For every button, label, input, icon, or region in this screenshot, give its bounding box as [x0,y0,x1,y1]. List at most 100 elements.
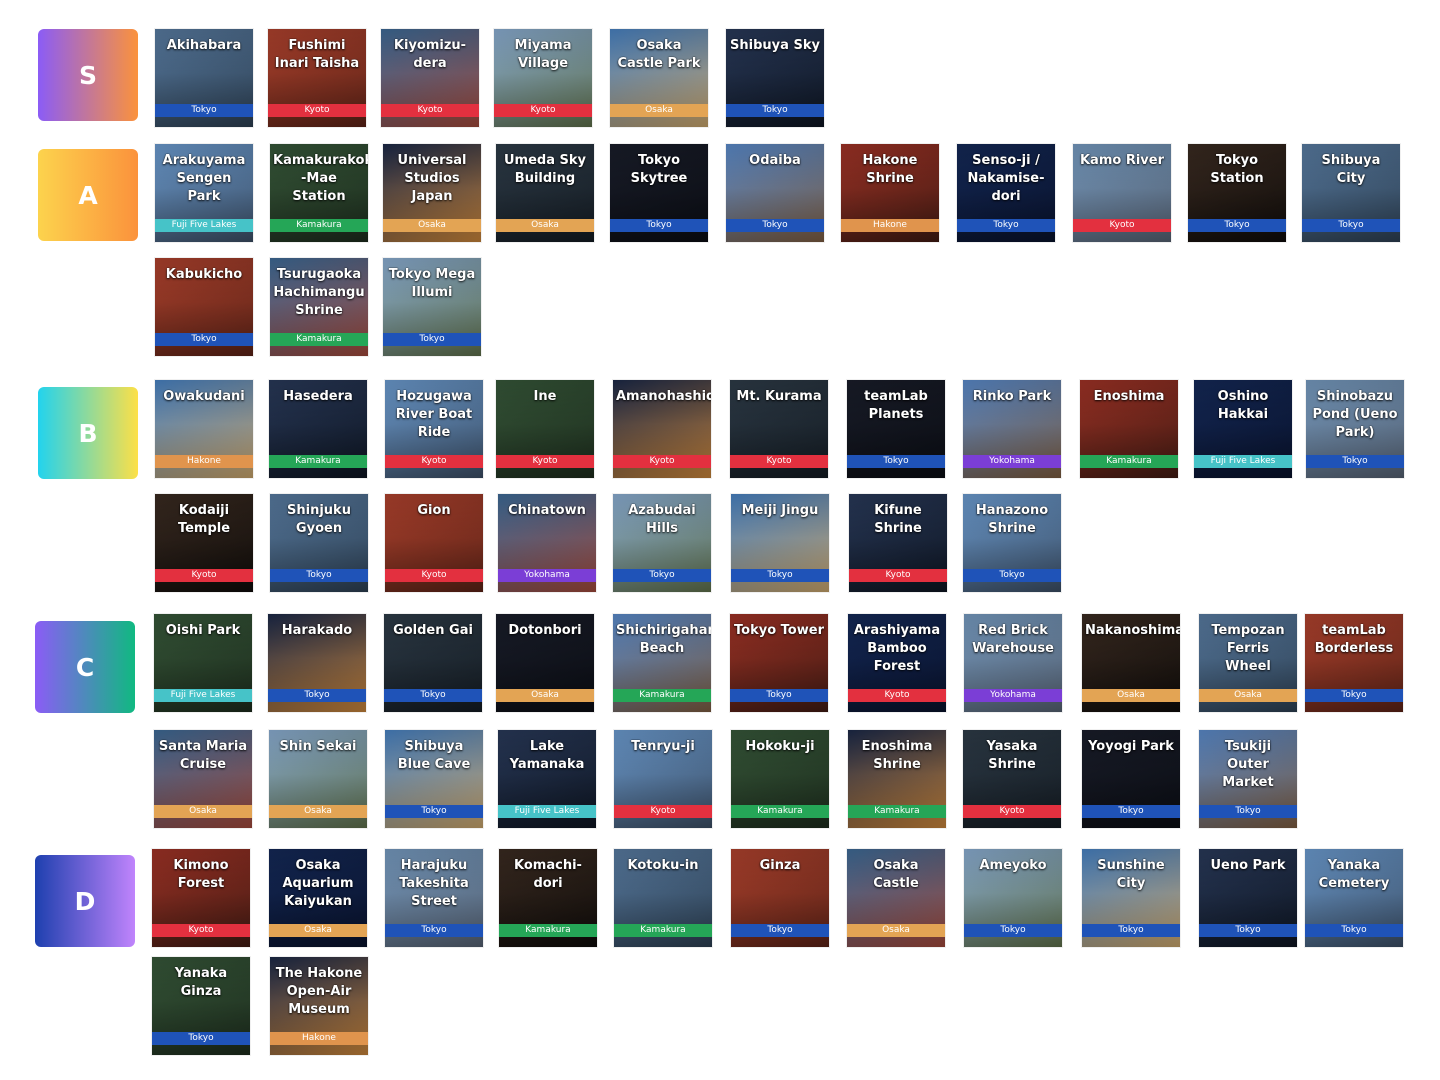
place-name: teamLab Borderless [1314,623,1394,656]
tier-item-yanaka-cemetery[interactable]: Yanaka Cemetery Tokyo [1305,849,1403,947]
tier-item-tokyo-tower[interactable]: Tokyo Tower Tokyo [730,614,828,712]
tier-item-arashiyama-bamboo-forest[interactable]: Arashiyama Bamboo Forest Kyoto [848,614,946,712]
tier-item-kiyomizu-dera[interactable]: Kiyomizu-dera Kyoto [381,29,479,127]
tier-item-shibuya-blue-cave[interactable]: Shibuya Blue Cave Tokyo [385,730,483,828]
place-name: Universal Studios Japan [397,153,467,204]
tier-item-ginza[interactable]: Ginza Tokyo [731,849,829,947]
place-name: Tempozan Ferris Wheel [1211,623,1285,674]
tier-item-hokoku-ji[interactable]: Hokoku-ji Kamakura [731,730,829,828]
tier-item-arakuyama-sengen-park[interactable]: Arakuyama Sengen Park Fuji Five Lakes [155,144,253,242]
tier-item-dotonbori[interactable]: Dotonbori Osaka [496,614,594,712]
tier-label-a: A [38,149,138,241]
tier-item-amanohashidate[interactable]: Amanohashidate Kyoto [613,380,711,478]
place-name: Azabudai Hills [628,503,696,536]
city-badge: Osaka [847,924,945,937]
tier-item-tsukiji-outer-market[interactable]: Tsukiji Outer Market Tokyo [1199,730,1297,828]
tier-item-hakone-shrine[interactable]: Hakone Shrine Hakone [841,144,939,242]
tier-item-kodaiji-temple[interactable]: Kodaiji Temple Kyoto [155,494,253,592]
tier-item-osaka-castle-park[interactable]: Osaka Castle Park Osaka [610,29,708,127]
tier-item-oshino-hakkai[interactable]: Oshino Hakkai Fuji Five Lakes [1194,380,1292,478]
tier-item-shinjuku-gyoen[interactable]: Shinjuku Gyoen Tokyo [270,494,368,592]
tier-item-rinko-park[interactable]: Rinko Park Yokohama [963,380,1061,478]
tier-item-yoyogi-park[interactable]: Yoyogi Park Tokyo [1082,730,1180,828]
tier-item-shichirigahama-beach[interactable]: Shichirigahama Beach Kamakura [613,614,711,712]
tier-item-lake-yamanaka[interactable]: Lake Yamanaka Fuji Five Lakes [498,730,596,828]
tier-item-universal-studios-japan[interactable]: Universal Studios Japan Osaka [383,144,481,242]
tier-item-shinobazu-pond-ueno-park[interactable]: Shinobazu Pond (Ueno Park) Tokyo [1306,380,1404,478]
tier-item-fushimi-inari-taisha[interactable]: Fushimi Inari Taisha Kyoto [268,29,366,127]
tier-item-harakado[interactable]: Harakado Tokyo [268,614,366,712]
tier-item-osaka-castle[interactable]: Osaka Castle Osaka [847,849,945,947]
city-badge: Hakone [841,219,939,232]
tier-item-tokyo-skytree[interactable]: Tokyo Skytree Tokyo [610,144,708,242]
tier-item-kotoku-in[interactable]: Kotoku-in Kamakura [614,849,712,947]
tier-item-kabukicho[interactable]: Kabukicho Tokyo [155,258,253,356]
tier-item-chinatown[interactable]: Chinatown Yokohama [498,494,596,592]
tier-item-senso-ji-nakamise-dori[interactable]: Senso-ji / Nakamise-dori Tokyo [957,144,1055,242]
tier-item-mt-kurama[interactable]: Mt. Kurama Kyoto [730,380,828,478]
tier-item-azabudai-hills[interactable]: Azabudai Hills Tokyo [613,494,711,592]
tier-item-osaka-aquarium-kaiyukan[interactable]: Osaka Aquarium Kaiyukan Osaka [269,849,367,947]
tier-item-oishi-park[interactable]: Oishi Park Fuji Five Lakes [154,614,252,712]
city-badge: Tokyo [964,924,1062,937]
tier-item-hanazono-shrine[interactable]: Hanazono Shrine Tokyo [963,494,1061,592]
tier-item-ine[interactable]: Ine Kyoto [496,380,594,478]
tier-item-umeda-sky-building[interactable]: Umeda Sky Building Osaka [496,144,594,242]
city-badge: Kamakura [848,805,946,818]
tier-item-kamakurakoko-mae-station[interactable]: Kamakurakoko -Mae Station Kamakura [270,144,368,242]
city-badge: Fuji Five Lakes [155,219,253,232]
tier-item-owakudani[interactable]: Owakudani Hakone [155,380,253,478]
city-badge: Yokohama [964,689,1062,702]
tier-item-komachi-dori[interactable]: Komachi-dori Kamakura [499,849,597,947]
tier-item-the-hakone-open-air-museum[interactable]: The Hakone Open-Air Museum Hakone [270,957,368,1055]
tier-item-ameyoko[interactable]: Ameyoko Tokyo [964,849,1062,947]
place-name: Yasaka Shrine [986,739,1038,772]
city-badge: Tokyo [152,1032,250,1045]
tier-item-teamlab-borderless[interactable]: teamLab Borderless Tokyo [1305,614,1403,712]
city-badge: Osaka [1199,689,1297,702]
place-name: Tsurugaoka Hachimangu Shrine [273,267,365,318]
tier-item-tempozan-ferris-wheel[interactable]: Tempozan Ferris Wheel Osaka [1199,614,1297,712]
tier-item-enoshima[interactable]: Enoshima Kamakura [1080,380,1178,478]
tier-item-odaiba[interactable]: Odaiba Tokyo [726,144,824,242]
tier-item-meiji-jingu[interactable]: Meiji Jingu Tokyo [731,494,829,592]
place-name: Ueno Park [1210,858,1286,873]
tier-item-yasaka-shrine[interactable]: Yasaka Shrine Kyoto [963,730,1061,828]
tier-item-harajuku-takeshita-street[interactable]: Harajuku Takeshita Street Tokyo [385,849,483,947]
place-name: Kifune Shrine [874,503,922,536]
tier-label-d: D [35,855,135,947]
city-badge: Tokyo [731,569,829,582]
tier-item-red-brick-warehouse[interactable]: Red Brick Warehouse Yokohama [964,614,1062,712]
tier-item-kimono-forest[interactable]: Kimono Forest Kyoto [152,849,250,947]
city-badge: Tokyo [270,569,368,582]
city-badge: Kyoto [385,455,483,468]
place-name: Oishi Park [165,623,241,638]
tier-item-kifune-shrine[interactable]: Kifune Shrine Kyoto [849,494,947,592]
city-badge: Yokohama [963,455,1061,468]
tier-item-miyama-village[interactable]: Miyama Village Kyoto [494,29,592,127]
tier-item-ueno-park[interactable]: Ueno Park Tokyo [1199,849,1297,947]
tier-item-shibuya-sky[interactable]: Shibuya Sky Tokyo [726,29,824,127]
tier-item-akihabara[interactable]: Akihabara Tokyo [155,29,253,127]
tier-item-tokyo-mega-illumi[interactable]: Tokyo Mega Illumi Tokyo [383,258,481,356]
tier-item-tsurugaoka-hachimangu-shrine[interactable]: Tsurugaoka Hachimangu Shrine Kamakura [270,258,368,356]
tier-item-enoshima-shrine[interactable]: Enoshima Shrine Kamakura [848,730,946,828]
place-name: Golden Gai [393,623,473,638]
tier-item-golden-gai[interactable]: Golden Gai Tokyo [384,614,482,712]
tier-item-kamo-river[interactable]: Kamo River Kyoto [1073,144,1171,242]
tier-item-shibuya-city[interactable]: Shibuya City Tokyo [1302,144,1400,242]
place-name: Enoshima Shrine [861,739,933,772]
tier-item-nakanoshima[interactable]: Nakanoshima Osaka [1082,614,1180,712]
tier-item-yanaka-ginza[interactable]: Yanaka Ginza Tokyo [152,957,250,1055]
tier-item-gion[interactable]: Gion Kyoto [385,494,483,592]
tier-item-santa-maria-cruise[interactable]: Santa Maria Cruise Osaka [154,730,252,828]
place-name: Odaiba [749,153,801,168]
tier-item-sunshine-city[interactable]: Sunshine City Tokyo [1082,849,1180,947]
tier-item-tenryu-ji[interactable]: Tenryu-ji Kyoto [614,730,712,828]
place-name: Shibuya Sky [730,38,820,53]
tier-item-tokyo-station[interactable]: Tokyo Station Tokyo [1188,144,1286,242]
tier-item-hozugawa-river-boat-ride[interactable]: Hozugawa River Boat Ride Kyoto [385,380,483,478]
tier-item-shin-sekai[interactable]: Shin Sekai Osaka [269,730,367,828]
tier-item-hasedera[interactable]: Hasedera Kamakura [269,380,367,478]
tier-item-teamlab-planets[interactable]: teamLab Planets Tokyo [847,380,945,478]
